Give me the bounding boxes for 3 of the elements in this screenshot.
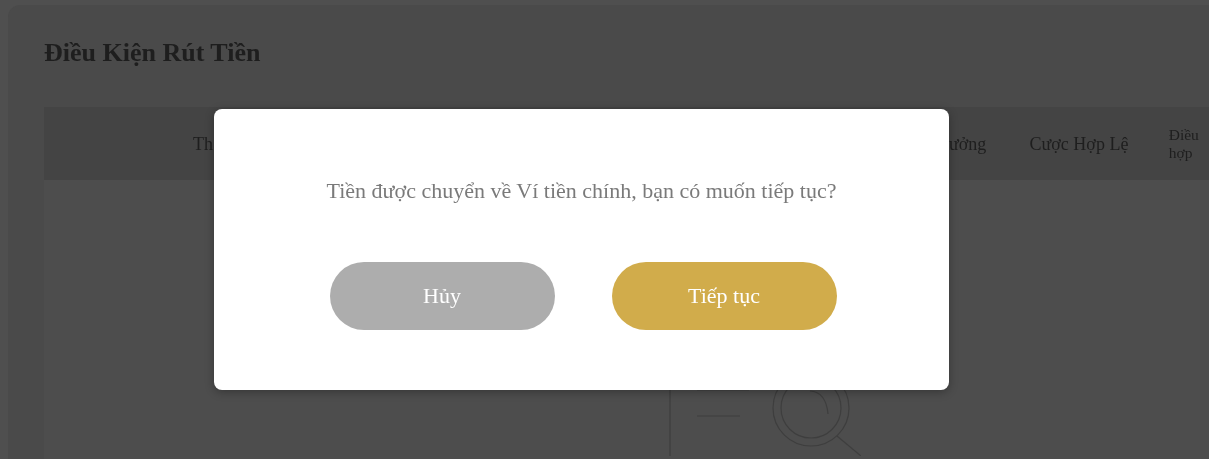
dialog-message: Tiền được chuyển về Ví tiền chính, bạn có muốn tiếp tục? (326, 177, 837, 205)
continue-button[interactable]: Tiếp tục (611, 262, 837, 330)
cancel-button[interactable]: Hủy (329, 262, 555, 330)
